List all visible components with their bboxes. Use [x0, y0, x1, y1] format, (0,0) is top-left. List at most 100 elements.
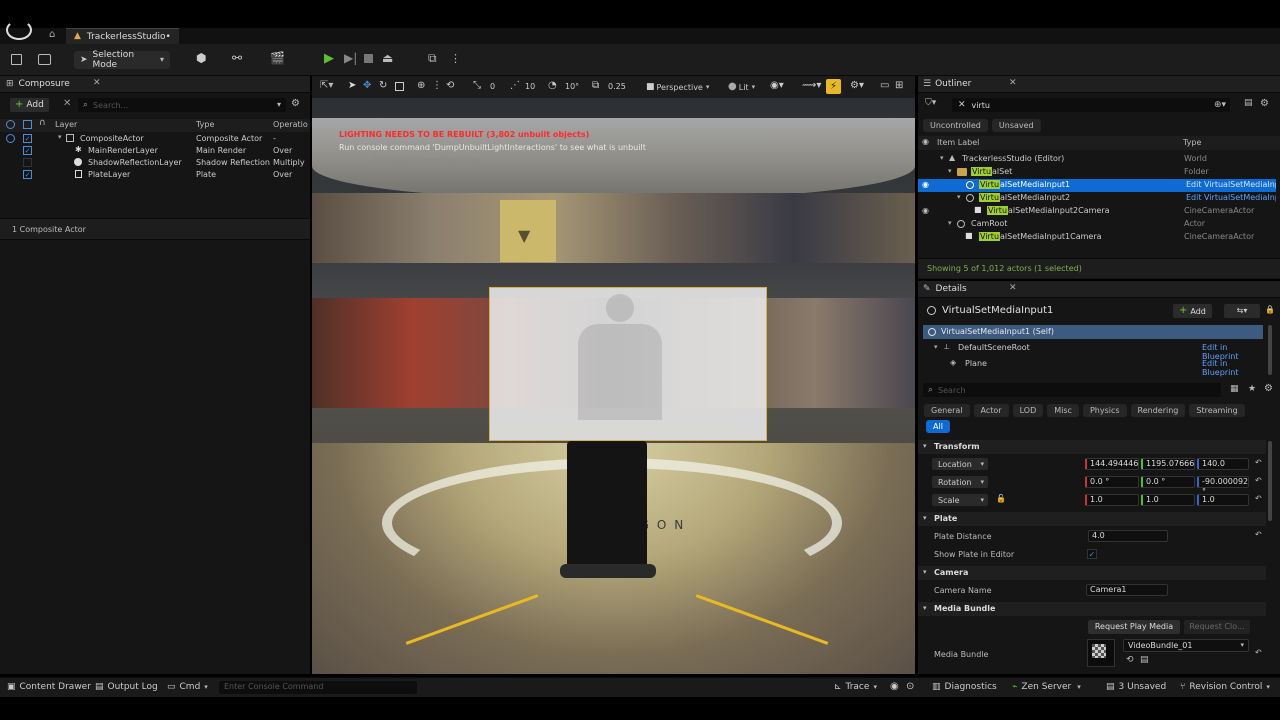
save-icon[interactable] — [11, 54, 22, 65]
rotation-z-field[interactable]: -90.000092 ° — [1197, 476, 1249, 496]
new-folder-icon[interactable]: ▤ — [1244, 99, 1253, 108]
reset-icon[interactable]: ↶ — [1255, 495, 1262, 503]
rotation-snap-icon[interactable]: ◔ — [548, 81, 557, 91]
grid-snap-icon[interactable]: ⟲ — [446, 81, 454, 91]
scale-x-field[interactable]: 1.0 — [1085, 494, 1139, 506]
list-item[interactable]: ▾ VirtualSet Folder — [918, 166, 1276, 179]
reset-icon[interactable]: ↶ — [1255, 649, 1262, 657]
rotation-x-field[interactable]: 0.0 ° — [1085, 476, 1139, 488]
translate-snap-icon[interactable]: ⤡ — [473, 81, 481, 91]
col-operation[interactable]: Operatio — [273, 120, 308, 129]
settings-icon[interactable]: ⚙ — [1260, 99, 1269, 109]
rotation-dropdown[interactable]: Rotation ▾ — [932, 476, 988, 488]
expand-arrow-icon[interactable]: ▾ — [948, 220, 952, 227]
composure-tab[interactable]: ⊞ Composure ✕ — [0, 76, 310, 93]
rotate-tool-icon[interactable]: ↻ — [379, 81, 387, 91]
list-item-selected[interactable]: ◉ VirtualSetMediaInput1 Edit VirtualSetM… — [918, 179, 1276, 192]
show-flags-icon[interactable]: ◉▾ — [770, 81, 784, 91]
delete-icon[interactable]: ✕ — [63, 99, 71, 109]
blueprint-options-icon[interactable]: ⇆▾ — [1224, 304, 1260, 318]
request-close-button[interactable]: Request Clo... — [1184, 620, 1250, 634]
plate-frame[interactable] — [489, 287, 767, 441]
details-scrollbar-lower[interactable] — [1268, 441, 1272, 521]
output-log-button[interactable]: ▤ Output Log — [95, 682, 158, 692]
diagnostics-button[interactable]: ▥ Diagnostics — [932, 682, 997, 692]
clear-search-icon[interactable]: ✕ — [958, 100, 966, 110]
console-input[interactable]: Enter Console Command — [219, 681, 417, 694]
category-all[interactable]: All — [926, 420, 950, 433]
checkbox-checked[interactable]: ✓ — [23, 146, 32, 155]
move-tool-icon[interactable]: ✥ — [363, 81, 371, 91]
grid-snap-value[interactable]: 10 — [525, 82, 535, 91]
record-icon[interactable]: ◉ — [890, 682, 899, 692]
move-snap-value[interactable]: 0 — [490, 82, 495, 91]
category-lod[interactable]: LOD — [1012, 404, 1044, 417]
trace-dropdown[interactable]: ⊾ Trace ▾ — [834, 682, 877, 692]
more-icon[interactable]: ⋮ — [450, 53, 461, 64]
visibility-icon[interactable] — [6, 134, 15, 143]
col-type[interactable]: Type — [1183, 138, 1201, 147]
location-z-field[interactable]: 140.0 — [1197, 458, 1249, 470]
category-general[interactable]: General — [924, 404, 970, 417]
cinematics-icon[interactable]: 🎬 — [270, 52, 285, 64]
collapse-icon[interactable] — [23, 120, 32, 129]
show-plate-checkbox[interactable]: ✓ — [1087, 549, 1097, 559]
col-layer[interactable]: Layer — [55, 120, 77, 129]
col-type[interactable]: Type — [196, 120, 214, 129]
table-view-icon[interactable]: ▦ — [1230, 385, 1239, 394]
outliner-search[interactable]: ✕ virtu ⊕▾ — [952, 98, 1230, 112]
platforms-icon[interactable]: ⧉ — [428, 52, 437, 64]
category-actor[interactable]: Actor — [973, 404, 1009, 417]
close-icon[interactable]: ✕ — [93, 79, 101, 88]
realtime-icon[interactable]: ⟿▾ — [802, 81, 821, 91]
settings-icon[interactable]: ⚙▾ — [850, 81, 864, 91]
checkbox-checked[interactable]: ✓ — [23, 170, 32, 179]
project-tab[interactable]: ▲ TrackerlessStudio• — [66, 28, 179, 44]
lightning-icon[interactable]: ⚡ — [826, 79, 841, 94]
list-item[interactable]: ▾ CamRoot Actor — [918, 218, 1276, 231]
folder-open-icon[interactable]: ▤ — [1140, 656, 1149, 665]
blueprint-icon[interactable]: ⚯ — [232, 52, 242, 64]
camera-name-field[interactable]: Camera1 — [1086, 584, 1168, 596]
browse-icon[interactable] — [38, 54, 51, 65]
browse-asset-icon[interactable]: ⟲ — [1126, 656, 1134, 665]
table-row[interactable]: ✓ ▾ CompositeActor Composite Actor - — [0, 133, 310, 145]
list-item[interactable]: ■ VirtualSetMediaInput1Camera CineCamera… — [918, 231, 1276, 244]
category-physics[interactable]: Physics — [1082, 404, 1127, 417]
request-play-button[interactable]: Request Play Media — [1088, 620, 1180, 634]
scale-snap-value[interactable]: 0.25 — [608, 82, 626, 91]
transform-section[interactable]: ▾ Transform — [918, 440, 1266, 454]
reset-icon[interactable]: ↶ — [1255, 477, 1262, 485]
category-misc[interactable]: Misc — [1047, 404, 1079, 417]
lock-icon[interactable]: 🔒 — [1265, 306, 1275, 314]
revision-control-dropdown[interactable]: ⑂ Revision Control ▾ — [1180, 682, 1270, 692]
filter-icon[interactable]: ⛉▾ — [925, 99, 936, 108]
layout-icon[interactable]: ▭ — [880, 81, 889, 91]
viewport[interactable]: ⇱▾ ➤ ✥ ↻ ⊕ ⋮ ⟲ ⤡ 0 ⋰ 10 ◔ 10° ⧉ 0.25 ■ P… — [312, 76, 915, 674]
details-scrollbar[interactable] — [1268, 325, 1272, 375]
plate-section[interactable]: ▾ Plate — [918, 512, 1266, 526]
outliner-tab[interactable]: ☰ Outliner ✕ — [918, 76, 1280, 93]
camera-section[interactable]: ▾ Camera — [918, 566, 1266, 580]
details-search[interactable]: ⌕ Search — [923, 383, 1221, 397]
lock-ratio-icon[interactable]: 🔓 — [996, 495, 1006, 503]
rotation-snap-value[interactable]: 10° — [565, 82, 579, 91]
reset-icon[interactable]: ↶ — [1255, 459, 1262, 467]
item-type-link[interactable]: Edit VirtualSetMediaInput — [1186, 180, 1276, 189]
snapshot-icon[interactable]: ⊙ — [906, 682, 914, 692]
component-row[interactable]: ◈ Plane Edit in Blueprint — [923, 357, 1263, 378]
expand-arrow-icon[interactable]: ▾ — [58, 134, 62, 141]
eject-icon[interactable]: ⏏ — [382, 52, 393, 64]
visibility-hover-icon[interactable]: ◉ — [922, 207, 929, 215]
grid-layout-icon[interactable]: ⊞ — [895, 81, 903, 91]
expand-arrow-icon[interactable]: ▾ — [948, 168, 952, 175]
visibility-icon[interactable] — [6, 120, 15, 129]
details-tab[interactable]: ✎ Details ✕ — [918, 281, 1280, 298]
table-row[interactable]: ✓ PlateLayer Plate Over — [0, 169, 310, 181]
location-x-field[interactable]: 144.494446 — [1085, 458, 1139, 470]
disable-messages-hint[interactable]: DisableAllScreenMessages — [374, 156, 480, 165]
stop-icon[interactable] — [364, 54, 373, 63]
unsaved-button[interactable]: ▤ 3 Unsaved — [1106, 682, 1166, 692]
add-filter-icon[interactable]: ⊕▾ — [1214, 100, 1226, 110]
perspective-dropdown[interactable]: ■ Perspective ▾ — [646, 80, 709, 94]
